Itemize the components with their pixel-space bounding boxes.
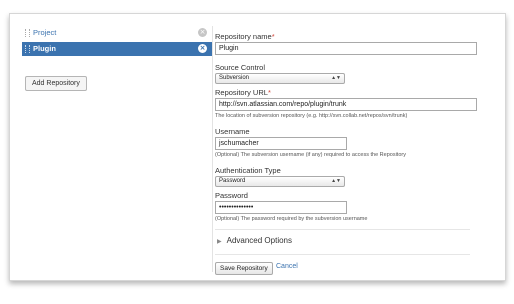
- chevron-right-icon: ▶: [217, 239, 222, 245]
- source-control-select[interactable]: Subversion ▲▼: [215, 73, 345, 84]
- repository-url-hint: The location of subversion repository (e…: [215, 113, 408, 119]
- select-arrows-icon: ▲▼: [331, 178, 341, 184]
- authentication-type-select[interactable]: Password ▲▼: [215, 176, 345, 187]
- repository-item-label: Project: [33, 28, 57, 37]
- advanced-options-label: Advanced Options: [226, 236, 292, 245]
- select-arrows-icon: ▲▼: [331, 75, 341, 81]
- source-control-label: Source Control: [215, 63, 266, 72]
- required-marker: *: [267, 88, 271, 97]
- repository-url-label: Repository URL*: [215, 88, 271, 97]
- repository-url-input[interactable]: http://svn.atlassian.com/repo/plugin/tru…: [215, 98, 477, 111]
- password-label: Password: [215, 191, 248, 200]
- cancel-link[interactable]: Cancel: [276, 263, 298, 270]
- username-hint: (Optional) The subversion username (if a…: [215, 152, 406, 158]
- repository-item-label: Plugin: [33, 44, 56, 53]
- save-repository-button[interactable]: Save Repository: [215, 262, 273, 275]
- repository-name-label: Repository name*: [215, 32, 275, 41]
- divider: [212, 26, 213, 272]
- password-input[interactable]: ••••••••••••••: [215, 201, 347, 214]
- username-label: Username: [215, 127, 250, 136]
- screen: Project × Plugin × Add Repository Reposi…: [0, 0, 514, 304]
- username-input[interactable]: jschumacher: [215, 137, 347, 150]
- divider: [215, 229, 470, 230]
- password-hint: (Optional) The password required by the …: [215, 216, 368, 222]
- repository-list: Project × Plugin × Add Repository: [22, 26, 212, 91]
- drag-handle-icon[interactable]: [25, 45, 30, 53]
- add-repository-button[interactable]: Add Repository: [25, 76, 87, 91]
- close-icon[interactable]: ×: [198, 44, 207, 53]
- required-marker: *: [271, 32, 275, 41]
- close-icon[interactable]: ×: [198, 28, 207, 37]
- repository-name-input[interactable]: Plugin: [215, 42, 477, 55]
- divider: [215, 254, 470, 255]
- drag-handle-icon[interactable]: [25, 29, 30, 37]
- repository-item-project[interactable]: Project ×: [22, 26, 212, 40]
- authentication-type-label: Authentication Type: [215, 166, 281, 175]
- advanced-options-toggle[interactable]: ▶ Advanced Options: [217, 236, 292, 245]
- repository-item-plugin[interactable]: Plugin ×: [22, 42, 212, 56]
- repository-config-panel: Project × Plugin × Add Repository Reposi…: [9, 13, 506, 281]
